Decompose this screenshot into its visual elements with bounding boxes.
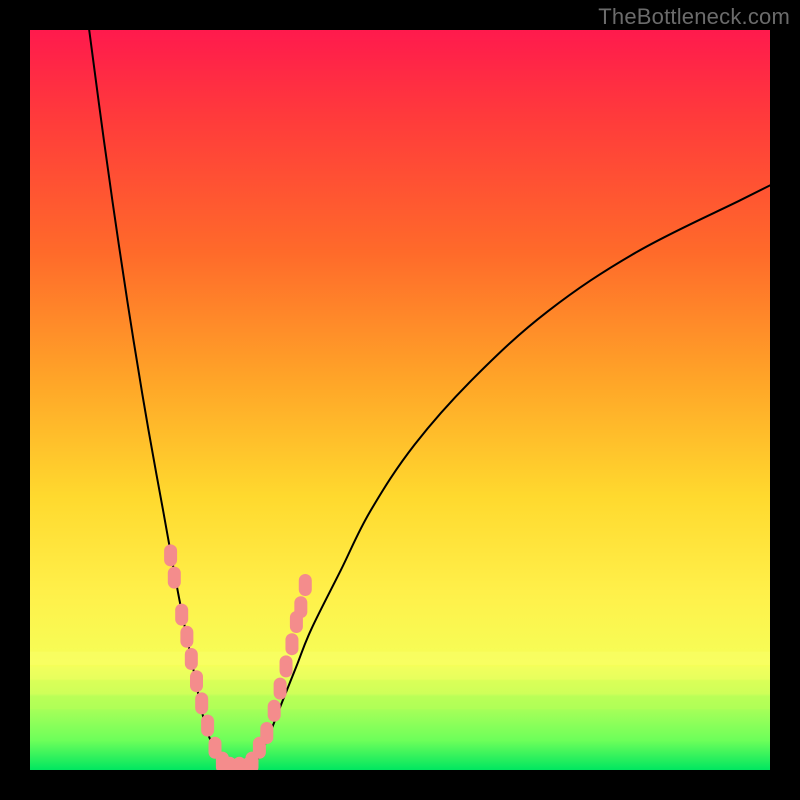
chart-marker bbox=[180, 626, 193, 648]
chart-marker bbox=[294, 596, 307, 618]
chart-marker bbox=[168, 567, 181, 589]
chart-band bbox=[30, 666, 770, 679]
chart-marker bbox=[280, 655, 293, 677]
chart-marker bbox=[243, 757, 256, 770]
chart-marker bbox=[268, 700, 281, 722]
chart-plot-area bbox=[30, 30, 770, 770]
chart-marker bbox=[299, 574, 312, 596]
chart-marker bbox=[201, 715, 214, 737]
chart-band bbox=[30, 681, 770, 694]
watermark-text: TheBottleneck.com bbox=[598, 4, 790, 30]
chart-band bbox=[30, 652, 770, 665]
chart-marker bbox=[190, 670, 203, 692]
chart-marker bbox=[274, 678, 287, 700]
chart-marker bbox=[195, 692, 208, 714]
chart-marker bbox=[260, 722, 273, 744]
chart-marker bbox=[164, 544, 177, 566]
chart-marker bbox=[185, 648, 198, 670]
chart-marker bbox=[175, 604, 188, 626]
chart-marker bbox=[285, 633, 298, 655]
chart-band bbox=[30, 696, 770, 709]
chart-frame: TheBottleneck.com bbox=[0, 0, 800, 800]
chart-svg bbox=[30, 30, 770, 770]
